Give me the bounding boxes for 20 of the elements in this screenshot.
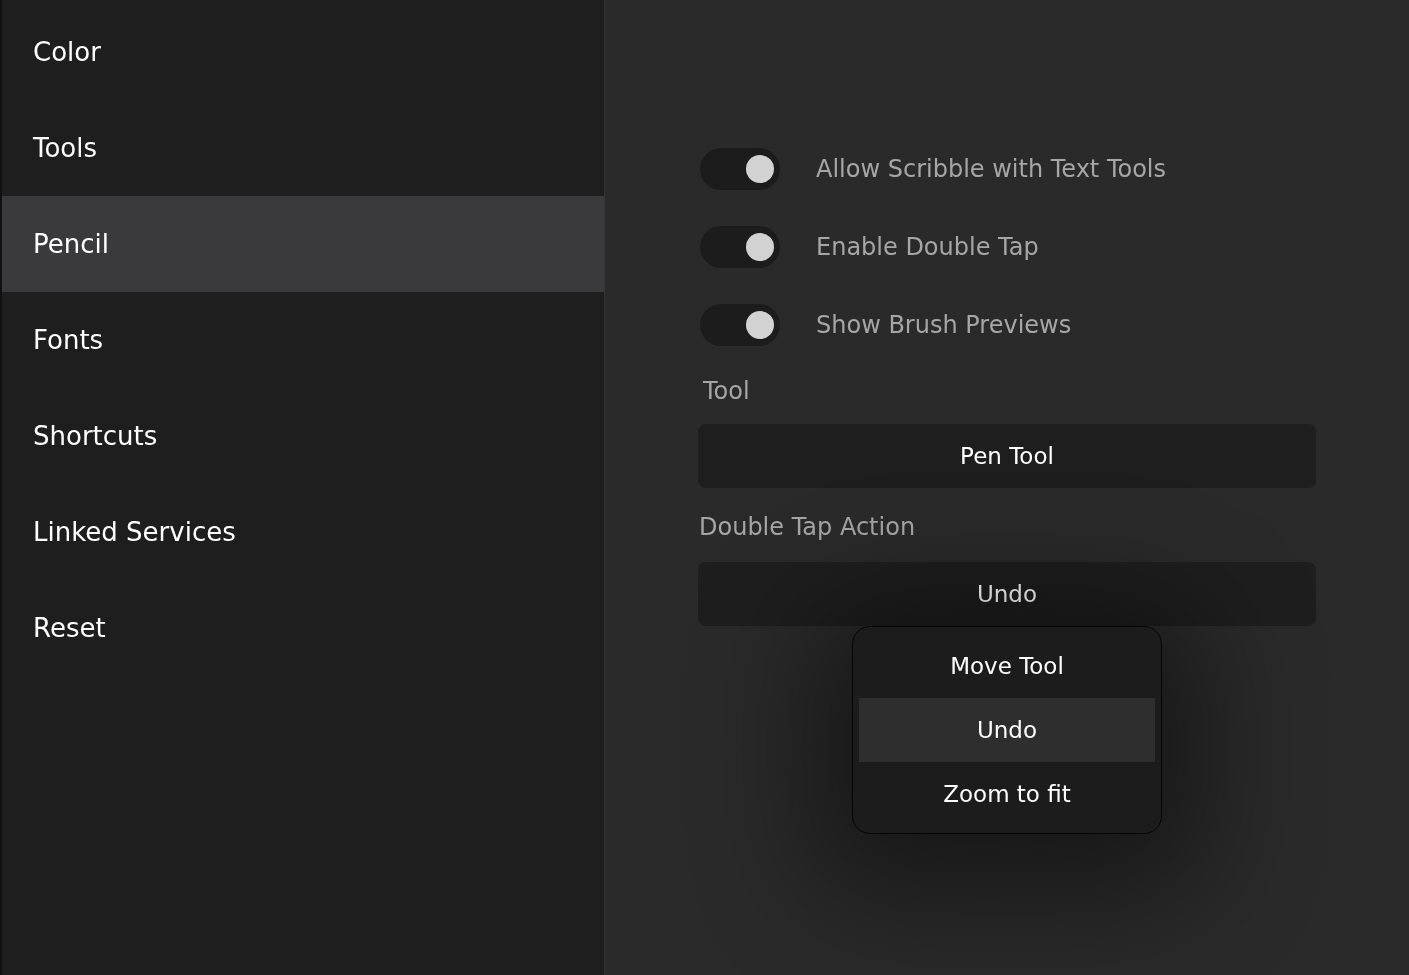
section-label: Tool	[703, 376, 751, 407]
sidebar-item[interactable]: Tools	[2, 100, 604, 196]
sidebar-item[interactable]: Color	[2, 4, 604, 100]
toggle-switch[interactable]	[700, 304, 780, 346]
menu-item[interactable]: Zoom to fit	[859, 762, 1155, 826]
toggle-switch[interactable]	[700, 148, 780, 190]
section-label: Double Tap Action	[699, 512, 917, 543]
sidebar-item[interactable]: Pencil	[2, 196, 604, 292]
double-tap-select[interactable]: Undo	[698, 562, 1316, 626]
sidebar-item[interactable]: Linked Services	[2, 484, 604, 580]
toggle-label: Show Brush Previews	[816, 311, 1072, 339]
menu-item[interactable]: Undo	[859, 698, 1155, 762]
toggle-label: Allow Scribble with Text Tools	[816, 155, 1167, 183]
toggle-switch[interactable]	[700, 226, 780, 268]
menu-item[interactable]: Move Tool	[859, 634, 1155, 698]
sidebar-item[interactable]: Reset	[2, 580, 604, 676]
toggle-label: Enable Double Tap	[816, 233, 1039, 261]
tool-select[interactable]: Pen Tool	[698, 424, 1316, 488]
sidebar-item[interactable]: Fonts	[2, 292, 604, 388]
sidebar-item[interactable]: Shortcuts	[2, 388, 604, 484]
